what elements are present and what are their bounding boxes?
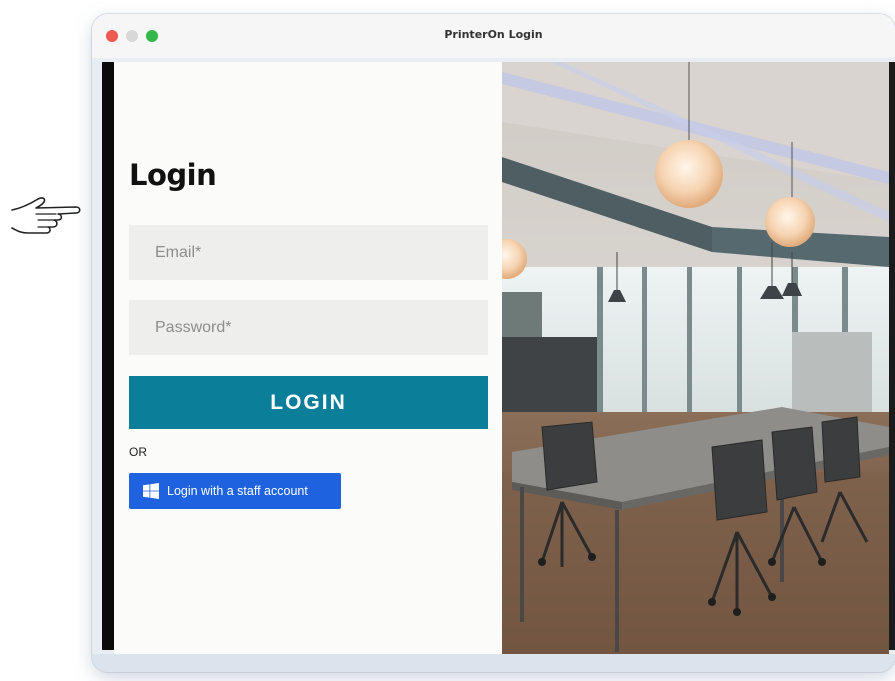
login-button[interactable]: LOGIN: [129, 376, 488, 429]
window-bottom-bar: [92, 654, 895, 672]
staff-login-button[interactable]: Login with a staff account: [129, 473, 341, 509]
right-edge-strip: [889, 62, 895, 650]
window-title: PrinterOn Login: [444, 28, 543, 41]
staff-login-label: Login with a staff account: [167, 484, 308, 498]
title-bar: PrinterOn Login: [92, 14, 895, 58]
windows-logo-icon: [143, 483, 159, 499]
screen: PrinterOn Login Login LOGIN OR Log: [0, 0, 895, 681]
office-photo: [502, 62, 889, 654]
email-field[interactable]: [129, 225, 488, 280]
window-content: Login LOGIN OR Login with a staff accoun…: [92, 58, 895, 654]
pointing-hand-icon: [11, 197, 81, 234]
password-field[interactable]: [129, 300, 488, 355]
login-panel: Login LOGIN OR Login with a staff accoun…: [114, 62, 502, 654]
app-window: PrinterOn Login Login LOGIN OR Log: [92, 14, 895, 672]
or-divider-text: OR: [129, 445, 147, 459]
left-edge-strip: [102, 62, 114, 650]
page-title: Login: [129, 158, 217, 192]
